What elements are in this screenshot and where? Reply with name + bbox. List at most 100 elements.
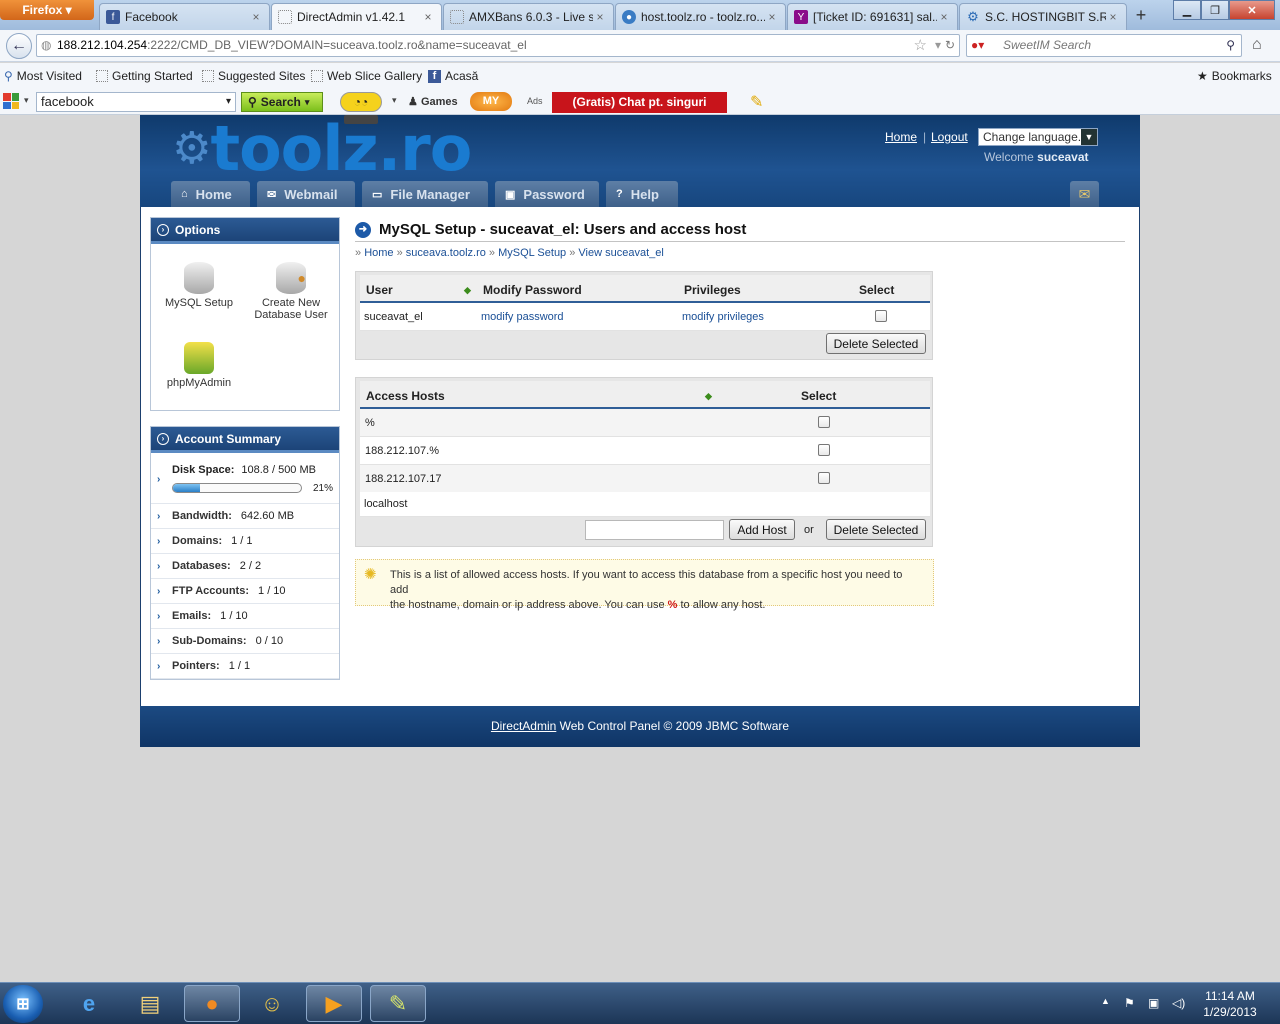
games-button[interactable]: ♟ Games <box>408 95 458 108</box>
firefox-menu-button[interactable]: Firefox ▾ <box>0 0 94 20</box>
breadcrumb-domain[interactable]: suceava.toolz.ro <box>406 247 486 259</box>
page-icon <box>96 70 108 82</box>
select-checkbox[interactable] <box>818 416 830 428</box>
bookmark-star-icon[interactable]: ☆ <box>914 35 927 56</box>
close-icon[interactable]: × <box>421 10 435 24</box>
breadcrumb-mysql-setup[interactable]: MySQL Setup <box>498 247 566 259</box>
option-phpmyadmin[interactable]: phpMyAdmin <box>154 342 244 389</box>
database-user-icon: ● <box>276 262 306 294</box>
history-dropdown-icon[interactable]: ▾ <box>935 35 941 56</box>
bookmark-acasa[interactable]: f Acasă <box>428 69 478 83</box>
media-player-icon[interactable]: ▶ <box>306 985 362 1022</box>
bookmark-web-slice-gallery[interactable]: Web Slice Gallery <box>311 69 422 83</box>
messenger-icon[interactable]: ☺ <box>244 985 300 1022</box>
disk-percent: 21% <box>313 483 334 494</box>
sort-icon[interactable]: ◆ <box>705 391 712 402</box>
chat-ad-button[interactable]: (Gratis) Chat pt. singuri <box>552 92 727 113</box>
nav-password[interactable]: ▣ Password <box>495 181 599 207</box>
home-icon[interactable]: ⌂ <box>1252 36 1262 54</box>
notepad-icon[interactable]: ✎ <box>370 985 426 1022</box>
nav-file-manager[interactable]: ▭ File Manager <box>362 181 488 207</box>
circle-arrow-icon: › <box>157 223 169 236</box>
firefox-taskbar-icon[interactable]: ● <box>184 985 240 1022</box>
arrow-icon: › <box>157 560 161 572</box>
option-mysql-setup[interactable]: MySQL Setup <box>154 262 244 309</box>
table-row: localhost <box>360 492 930 517</box>
search-input[interactable]: ●▾ SweetIM Search ⚲ <box>966 34 1242 57</box>
toolbar-search-input[interactable]: facebook ▾ <box>36 92 236 112</box>
search-icon[interactable]: ⚲ <box>1226 35 1235 56</box>
messages-icon[interactable]: ✉ <box>1070 181 1099 207</box>
tab-ticket[interactable]: Y [Ticket ID: 691631] sal... × <box>787 3 958 30</box>
logout-link[interactable]: Logout <box>931 130 968 144</box>
breadcrumb-home[interactable]: Home <box>364 247 393 259</box>
tab-directadmin[interactable]: DirectAdmin v1.42.1 × <box>271 3 442 30</box>
modify-password-link[interactable]: modify password <box>481 311 564 323</box>
tab-facebook[interactable]: f Facebook × <box>99 3 270 30</box>
welcome-text: Welcome suceavat <box>984 150 1089 164</box>
file-explorer-icon[interactable]: ▤ <box>122 985 178 1022</box>
chevron-down-icon[interactable]: ▾ <box>226 93 231 111</box>
site-logo[interactable]: ⚙toolz.ro <box>172 117 472 181</box>
modify-privileges-link[interactable]: modify privileges <box>682 311 764 323</box>
arrow-icon: › <box>157 510 161 522</box>
reload-icon[interactable]: ↻ <box>945 35 955 56</box>
address-bar[interactable]: ◍ 188.212.104.254:2222/CMD_DB_VIEW?DOMAI… <box>36 34 960 57</box>
highlighter-icon[interactable]: ✎ <box>750 92 763 112</box>
tab-hostingbit[interactable]: ⚙ S.C. HOSTINGBIT S.R.L...× <box>959 3 1127 30</box>
nav-home[interactable]: ⌂ Home <box>171 181 250 207</box>
delete-hosts-button[interactable]: Delete Selected <box>826 519 926 540</box>
bookmark-most-visited[interactable]: ⚲ Most Visited <box>4 69 82 83</box>
language-select[interactable]: Change language... ▼ <box>978 128 1098 146</box>
close-icon[interactable]: × <box>765 10 779 24</box>
close-icon[interactable]: × <box>1106 10 1120 24</box>
close-icon[interactable]: × <box>937 10 951 24</box>
new-tab-button[interactable]: + <box>1129 5 1153 27</box>
network-icon[interactable]: ▣ <box>1148 996 1159 1010</box>
smiley-icon[interactable]: ◔◔ <box>340 92 382 112</box>
directadmin-link[interactable]: DirectAdmin <box>491 719 556 733</box>
bookmark-suggested-sites[interactable]: Suggested Sites <box>202 69 305 83</box>
close-window-button[interactable]: ✕ <box>1229 0 1275 20</box>
arrow-icon: › <box>157 660 161 672</box>
select-checkbox[interactable] <box>818 444 830 456</box>
add-host-button[interactable]: Add Host <box>729 519 795 540</box>
nav-webmail[interactable]: ✉ Webmail <box>257 181 355 207</box>
select-checkbox[interactable] <box>818 472 830 484</box>
disk-progress-bar <box>172 483 302 493</box>
toolbar-search-button[interactable]: ⚲ Search ▾ <box>241 92 323 112</box>
maximize-button[interactable]: ❐ <box>1201 0 1229 20</box>
tab-host-toolz[interactable]: ● host.toolz.ro - toolz.ro... × <box>615 3 786 30</box>
add-host-input[interactable] <box>585 520 724 540</box>
back-button[interactable]: ← <box>6 33 32 59</box>
gear-icon: ⚙ <box>172 123 211 174</box>
bookmarks-menu[interactable]: ★ Bookmarks <box>1197 69 1272 83</box>
close-icon[interactable]: × <box>593 10 607 24</box>
chevron-down-icon[interactable]: ▾ <box>392 95 397 106</box>
select-checkbox[interactable] <box>875 310 887 322</box>
tab-amxbans[interactable]: AMXBans 6.0.3 - Live s... × <box>443 3 614 30</box>
breadcrumb-view-db[interactable]: View suceavat_el <box>578 247 663 259</box>
volume-icon[interactable]: ◁) <box>1172 996 1185 1010</box>
summary-row-pointers: › Pointers: 1 / 1 <box>151 654 339 679</box>
apps-dropdown-icon[interactable]: ▾ <box>24 95 29 106</box>
bookmark-getting-started[interactable]: Getting Started <box>96 69 193 83</box>
minimize-button[interactable]: ▁ <box>1173 0 1201 20</box>
arrow-right-icon: ➜ <box>355 221 371 238</box>
site-identity-icon[interactable]: ◍ <box>41 35 51 56</box>
show-hidden-icons[interactable]: ▲ <box>1101 996 1110 1006</box>
internet-explorer-icon[interactable]: e <box>61 985 117 1022</box>
sort-icon[interactable]: ◆ <box>464 285 471 296</box>
nav-help[interactable]: ? Help <box>606 181 678 207</box>
folder-icon: ▭ <box>372 188 383 201</box>
header-home-link[interactable]: Home <box>885 130 917 144</box>
my-icon[interactable]: MY <box>470 92 512 111</box>
apps-icon[interactable] <box>3 93 19 109</box>
disk-space-row: › Disk Space: 108.8 / 500 MB 21% <box>151 456 339 504</box>
close-icon[interactable]: × <box>249 10 263 24</box>
delete-user-button[interactable]: Delete Selected <box>826 333 926 354</box>
clock[interactable]: 11:14 AM 1/29/2013 <box>1190 988 1270 1020</box>
option-create-db-user[interactable]: ● Create New Database User <box>246 262 336 321</box>
start-button[interactable]: ⊞ <box>3 985 43 1023</box>
flag-icon[interactable]: ⚑ <box>1124 996 1135 1010</box>
